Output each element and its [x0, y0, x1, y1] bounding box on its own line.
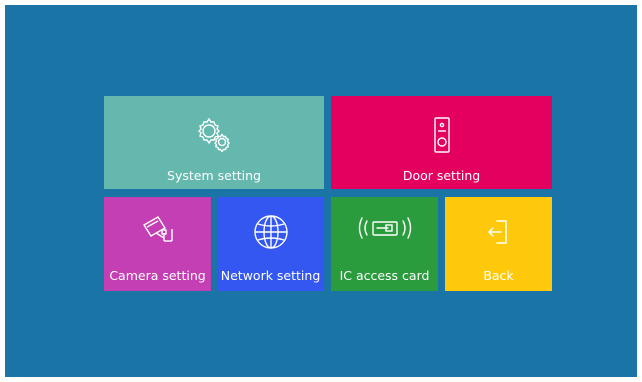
rfid-card-icon [358, 217, 411, 239]
screen-background: System setting Door setting Camera setti… [5, 5, 637, 377]
camera-setting-label: Camera setting [109, 268, 206, 283]
ic-access-card-label: IC access card [339, 268, 430, 283]
door-setting-label: Door setting [402, 168, 481, 183]
system-setting-tile[interactable]: System setting [104, 96, 324, 189]
back-label: Back [483, 268, 514, 283]
ic-access-card-tile[interactable]: IC access card [331, 197, 438, 291]
camera-setting-tile[interactable]: Camera setting [104, 197, 211, 291]
back-tile[interactable]: Back [445, 197, 552, 291]
globe-icon [253, 215, 288, 249]
cctv-camera-icon [142, 216, 173, 242]
network-setting-tile[interactable]: Network setting [217, 197, 324, 291]
exit-door-icon [487, 220, 507, 244]
network-setting-label: Network setting [220, 268, 321, 283]
system-setting-label: System setting [167, 168, 261, 183]
doorbell-icon [433, 117, 450, 153]
gears-icon [198, 117, 230, 152]
door-setting-tile[interactable]: Door setting [331, 96, 552, 189]
